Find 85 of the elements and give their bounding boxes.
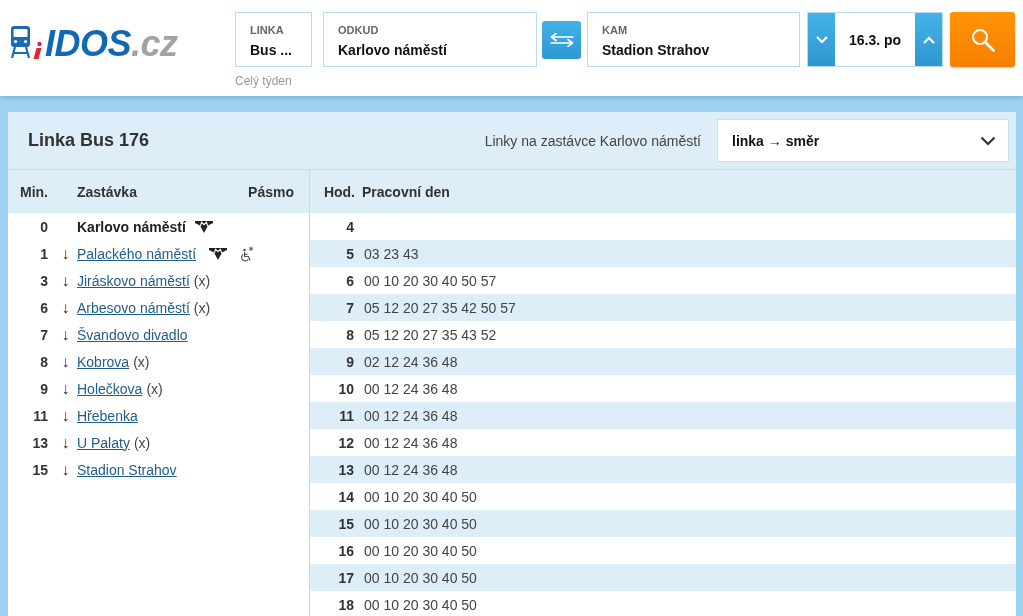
stop-minute: 13	[32, 434, 48, 451]
minutes-cell: 05 12 20 27 35 42 50 57	[364, 299, 516, 316]
stop-minute: 6	[40, 299, 48, 316]
search-icon	[970, 27, 995, 52]
stop-link[interactable]: Jiráskovo náměstí	[77, 272, 194, 289]
down-arrow: ↓	[61, 352, 70, 370]
column-header: Zastávka	[77, 183, 138, 200]
minutes-cell: 00 10 20 30 40 50	[364, 515, 477, 532]
hour-cell: 14	[338, 488, 354, 505]
minutes-cell: 00 10 20 30 40 50 57	[364, 272, 497, 289]
minutes-cell: 00 10 20 30 40 50	[364, 542, 477, 559]
stop-link[interactable]: Hřebenka	[77, 407, 142, 424]
hour-cell: 18	[338, 596, 354, 613]
hour-cell: 7	[346, 299, 354, 316]
hour-cell: 8	[346, 326, 354, 343]
minutes-cell: 00 12 24 36 48	[364, 380, 458, 397]
stop-link[interactable]: Arbesovo náměstí	[77, 299, 194, 316]
stop-minute: 11	[33, 407, 48, 424]
train-info-icon[interactable]	[10, 26, 44, 59]
stop-lines-label: Linky na zastávce Karlovo náměstí	[484, 132, 701, 149]
line-title: Linka Bus 176	[28, 130, 151, 151]
swap-button[interactable]	[542, 21, 581, 59]
hour-cell: 10	[338, 380, 354, 397]
down-arrow: ↓	[61, 271, 70, 289]
stop-minute: 9	[40, 380, 48, 397]
stop-minute: 15	[32, 461, 48, 478]
minutes-cell: 05 12 20 27 35 43 52	[364, 326, 497, 343]
hour-cell: 13	[338, 461, 354, 478]
hour-cell: 15	[338, 515, 354, 532]
stop-note: (x)	[193, 272, 211, 289]
down-arrow: ↓	[61, 325, 70, 343]
minutes-cell: 00 12 24 36 48	[364, 434, 458, 451]
search-button[interactable]	[950, 12, 1015, 67]
to-field[interactable]: KAM Stadion Strahov	[587, 12, 800, 67]
stop-note: (x)	[133, 434, 151, 451]
down-arrow: ↓	[61, 244, 70, 262]
from-field[interactable]: ODKUD Karlovo náměstí	[323, 12, 537, 67]
stop-minute: 0	[40, 218, 48, 235]
minutes-cell: 02 12 24 36 48	[364, 353, 458, 370]
column-header: Pásmo	[248, 183, 295, 200]
down-arrow: ↓	[61, 298, 70, 316]
minutes-cell: 00 10 20 30 40 50	[364, 488, 477, 505]
hour-cell: 12	[338, 434, 354, 451]
hour-cell: 17	[338, 569, 354, 586]
down-arrow: ↓	[61, 433, 70, 451]
hour-cell: 5	[346, 245, 354, 262]
stop-link[interactable]: Holečkova	[77, 380, 147, 397]
stop-link[interactable]: Kobrova	[77, 353, 134, 370]
stop-link[interactable]: Švandovo divadlo	[77, 326, 192, 343]
stop-note: (x)	[193, 299, 211, 316]
field-label: KAM	[602, 23, 628, 37]
field-label: LINKA	[250, 23, 284, 37]
minutes-cell: 00 10 20 30 40 50	[364, 596, 477, 613]
down-arrow: ↓	[61, 379, 70, 397]
swap-arrows-icon	[549, 33, 574, 47]
direction-select[interactable]: linka → směr	[717, 119, 1009, 162]
column-header: Min.	[19, 183, 49, 200]
hour-cell: 6	[346, 272, 354, 289]
stop-name: Karlovo náměstí	[77, 218, 186, 235]
stop-link[interactable]: Stadion Strahov	[77, 461, 181, 478]
stop-minute: 1	[40, 245, 48, 262]
stop-link[interactable]: Palackého náměstí	[77, 245, 201, 262]
hour-cell: 9	[346, 353, 354, 370]
minutes-cell: 00 12 24 36 48	[364, 461, 458, 478]
stop-minute: 7	[40, 326, 48, 343]
chevron-down-icon	[980, 135, 996, 146]
down-arrow: ↓	[61, 406, 70, 424]
hour-cell: 16	[338, 542, 354, 559]
field-label: ODKUD	[338, 23, 379, 37]
stop-note: (x)	[133, 353, 150, 370]
stop-link[interactable]: U Palaty	[77, 434, 134, 451]
minutes-cell: 00 12 24 36 48	[364, 407, 458, 424]
line-field[interactable]: LINKA Bus ...	[235, 12, 312, 67]
hour-cell: 11	[339, 407, 354, 424]
column-header: Pracovní den	[362, 183, 450, 200]
minutes-cell: 00 10 20 30 40 50	[364, 569, 477, 586]
stop-note: (x)	[146, 380, 163, 397]
hour-cell: 4	[346, 218, 354, 235]
minutes-cell: 03 23 43	[364, 245, 419, 262]
down-arrow: ↓	[61, 460, 70, 478]
logo-text[interactable]: IDOS.cz	[45, 26, 178, 62]
stop-minute: 8	[40, 353, 48, 370]
stop-minute: 3	[40, 272, 48, 289]
column-header: Hod.	[322, 183, 355, 200]
schedule-note: Celý týden	[235, 74, 293, 88]
